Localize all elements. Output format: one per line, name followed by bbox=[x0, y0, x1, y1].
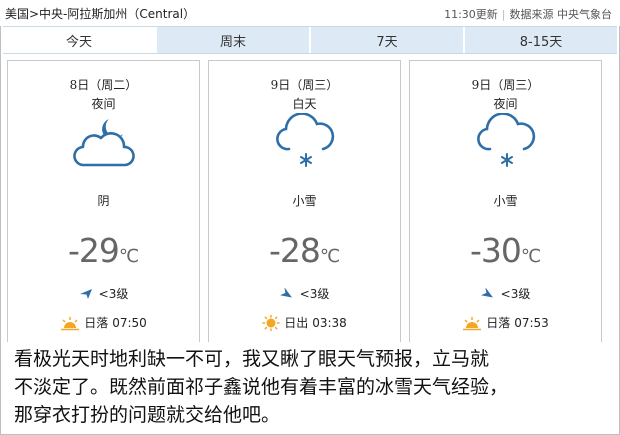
forecast-card: 9日（周三） 夜间 小雪 -30℃ <3级 日落 07:53 bbox=[409, 60, 602, 342]
caption-line: 不淡定了。既然前面祁子鑫说他有着丰富的冰雪天气经验， bbox=[14, 376, 509, 398]
card-condition: 小雪 bbox=[493, 194, 518, 208]
sun-label: 日出 bbox=[284, 316, 309, 330]
temperature-value: -28 bbox=[268, 231, 321, 270]
card-temperature: -28℃ bbox=[209, 231, 400, 270]
caption-line: 看极光天时地利缺一不可，我又瞅了眼天气预报，立马就 bbox=[14, 348, 490, 370]
card-wind: <3级 bbox=[209, 285, 400, 302]
caption-line: 那穿衣打扮的问题就交给他吧。 bbox=[14, 404, 281, 426]
card-period: 夜间 bbox=[91, 97, 116, 111]
wind-level: <3级 bbox=[299, 287, 330, 301]
temperature-unit: ℃ bbox=[520, 246, 542, 267]
tab-8-15-days[interactable]: 8-15天 bbox=[463, 27, 617, 53]
temperature-unit: ℃ bbox=[118, 246, 140, 267]
wind-level: <3级 bbox=[500, 287, 531, 301]
forecast-cards: 8日（周二） 夜间 阴 -29℃ <3级 日落07:50 9日（周三） 白天 bbox=[7, 60, 611, 342]
sun-time: 03:38 bbox=[312, 316, 347, 330]
card-wind: <3级 bbox=[8, 285, 199, 302]
card-temperature: -30℃ bbox=[410, 231, 601, 270]
cloud-snow-icon bbox=[477, 113, 536, 167]
sunrise-icon bbox=[262, 314, 280, 332]
update-info: 11:30更新 | 数据来源 中央气象台 bbox=[444, 6, 612, 22]
update-time: 11:30更新 bbox=[444, 8, 498, 21]
sunset-icon bbox=[463, 317, 482, 331]
wind-direction-icon bbox=[480, 287, 493, 298]
wind-level: <3级 bbox=[98, 287, 129, 301]
location-header: 美国>中央-阿拉斯加州（Central） 11:30更新 | 数据来源 中央气象台 bbox=[0, 0, 620, 26]
card-temperature: -29℃ bbox=[8, 231, 199, 270]
sun-label: 日落 bbox=[486, 316, 511, 330]
forecast-tabs: 今天 周末 7天 8-15天 bbox=[3, 26, 617, 54]
sun-time: 07:50 bbox=[112, 316, 147, 330]
card-wind: <3级 bbox=[410, 285, 601, 302]
divider: | bbox=[501, 8, 506, 21]
card-period: 白天 bbox=[292, 97, 317, 111]
temperature-value: -29 bbox=[67, 231, 120, 270]
card-date: 9日（周三） bbox=[270, 78, 339, 92]
card-sun: 日落 07:50 bbox=[8, 314, 199, 331]
cloud-snow-icon bbox=[276, 113, 335, 167]
breadcrumb[interactable]: 美国>中央-阿拉斯加州（Central） bbox=[5, 5, 195, 22]
cloud-moon-icon bbox=[73, 119, 135, 167]
sun-label: 日落 bbox=[84, 316, 109, 330]
data-source: 数据来源 中央气象台 bbox=[509, 8, 613, 21]
tab-today[interactable]: 今天 bbox=[3, 27, 155, 53]
card-date: 8日（周二） bbox=[69, 78, 138, 92]
card-sun: 日出 03:38 bbox=[209, 314, 400, 332]
sun-time: 07:53 bbox=[514, 316, 549, 330]
card-sun: 日落 07:53 bbox=[410, 314, 601, 331]
card-condition: 阴 bbox=[97, 194, 110, 208]
forecast-card: 8日（周二） 夜间 阴 -29℃ <3级 日落 07:50 bbox=[7, 60, 200, 342]
card-period: 夜间 bbox=[493, 97, 518, 111]
sunset-icon bbox=[61, 317, 80, 331]
wind-direction-icon bbox=[79, 289, 92, 299]
temperature-unit: ℃ bbox=[319, 246, 341, 267]
wind-direction-icon bbox=[279, 287, 292, 298]
card-date: 9日（周三） bbox=[471, 78, 540, 92]
tab-weekend[interactable]: 周末 bbox=[155, 27, 309, 53]
forecast-card: 9日（周三） 白天 小雪 -28℃ <3级 日出 03:38 bbox=[208, 60, 401, 342]
caption-text: 看极光天时地利缺一不可，我又瞅了眼天气预报，立马就 不淡定了。既然前面祁子鑫说他… bbox=[14, 345, 614, 429]
tab-7-days[interactable]: 7天 bbox=[309, 27, 463, 53]
card-condition: 小雪 bbox=[292, 194, 317, 208]
temperature-value: -30 bbox=[469, 231, 522, 270]
